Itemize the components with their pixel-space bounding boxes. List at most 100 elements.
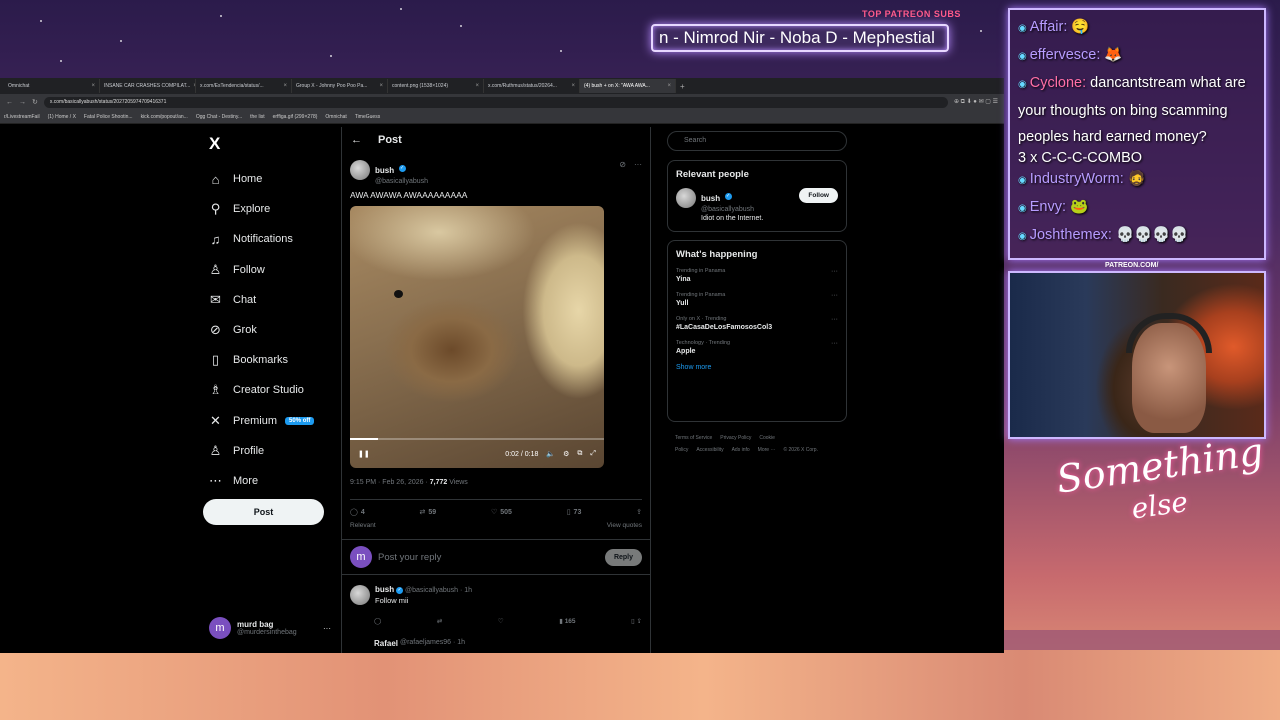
sidebar-item-profile[interactable]: ♙ Profile	[208, 436, 314, 466]
new-tab-icon[interactable]: +	[680, 82, 685, 91]
browser-tab[interactable]: Group X - Johnny Poo Poo Pa... ×	[292, 79, 388, 93]
sidebar-item-home[interactable]: ⌂ Home	[208, 164, 314, 194]
follow-button[interactable]: Follow	[799, 188, 838, 203]
browser-tab[interactable]: x.com/EsTendencia/status/... ×	[196, 79, 292, 93]
sidebar-item-bookmarks[interactable]: ▯ Bookmarks	[208, 345, 314, 375]
back-arrow-icon[interactable]: ←	[351, 134, 362, 146]
account-menu-icon[interactable]: ···	[323, 624, 331, 633]
trend-item[interactable]: Trending in Panama Yull ···	[676, 292, 838, 307]
more-options-icon[interactable]: ···	[831, 340, 838, 355]
close-icon[interactable]: ×	[571, 83, 575, 89]
footer-link[interactable]: More ···	[758, 447, 776, 453]
close-icon[interactable]: ×	[667, 83, 671, 89]
chat-username: IndustryWorm:	[1029, 171, 1124, 187]
views-action[interactable]: ▮ 165	[559, 617, 575, 625]
reply-action[interactable]: ◯ 4	[350, 508, 365, 517]
video-progress-bar[interactable]	[350, 438, 604, 440]
trend-item[interactable]: Technology · Trending Apple ···	[676, 340, 838, 355]
browser-tab[interactable]: content.png (1538×1024) ×	[388, 79, 484, 93]
share-icon[interactable]: ⇪	[636, 508, 642, 516]
person-row[interactable]: bush ✓ @basicallyabush Idiot on the Inte…	[676, 188, 838, 222]
view-quotes-link[interactable]: View quotes	[607, 522, 642, 529]
bookmark-item[interactable]: Fatal Police Shootin...	[84, 114, 133, 120]
forward-nav-icon[interactable]: →	[19, 99, 26, 106]
show-more-link[interactable]: Show more	[676, 364, 838, 371]
repost-icon[interactable]: ⇄	[437, 617, 442, 625]
bookmark-item[interactable]: the list	[250, 114, 264, 120]
bookmark-item[interactable]: r/LivestreamFail	[4, 114, 40, 120]
list-item[interactable]: Rafael @rafaeljames96 · 1h	[350, 639, 642, 648]
fullscreen-icon[interactable]: ⤢	[590, 450, 596, 458]
sidebar-item-premium[interactable]: ✕ Premium 50% off	[208, 406, 315, 436]
bell-icon: ♫	[210, 231, 221, 247]
grok-icon[interactable]: ⊘	[619, 160, 626, 169]
browser-tab[interactable]: (4) bush + on X: "AWA AWA... ×	[580, 79, 676, 93]
avatar: m	[350, 546, 372, 568]
reply-input[interactable]: Post your reply	[378, 552, 599, 563]
reload-icon[interactable]: ↻	[32, 98, 38, 106]
address-bar[interactable]: x.com/basicallyabush/status/202720597470…	[43, 96, 948, 108]
x-logo[interactable]: X	[209, 134, 220, 154]
trend-name: Yina	[676, 276, 691, 283]
pause-icon[interactable]: ❚❚	[358, 450, 370, 458]
trend-item[interactable]: Trending in Panama Yina ···	[676, 268, 838, 283]
browser-tab[interactable]: x.com/Ruthmus/status/20264... ×	[484, 79, 580, 93]
reply-icon[interactable]: ◯	[374, 617, 381, 625]
like-action[interactable]: ♡ 505	[491, 508, 512, 517]
back-nav-icon[interactable]: ←	[6, 99, 13, 106]
footer-link[interactable]: Accessibility	[696, 447, 723, 453]
sidebar-item-follow[interactable]: ♙ Follow	[208, 255, 314, 285]
bookmark-item[interactable]: Omnichat	[325, 114, 346, 120]
footer-link[interactable]: Ads info	[732, 447, 750, 453]
sidebar-item-label: Chat	[233, 293, 257, 306]
post-author[interactable]: bush ✓ @basicallyabush	[350, 160, 428, 185]
footer-link[interactable]: Privacy Policy	[720, 435, 751, 441]
more-options-icon[interactable]: ···	[831, 316, 838, 331]
browser-tab[interactable]: INSANE CAR CRASHES COMPILAT...×	[100, 79, 196, 93]
close-icon[interactable]: ×	[91, 83, 95, 89]
author-handle: @basicallyabush	[375, 178, 429, 185]
reply-time: · 1h	[460, 587, 473, 594]
video-player[interactable]: ❚❚ 0:02 / 0:18 🔈 ⚙ ⧉ ⤢	[350, 206, 604, 468]
close-icon[interactable]: ×	[283, 83, 287, 89]
sidebar-item-explore[interactable]: ⚲ Explore	[208, 194, 314, 224]
pip-icon[interactable]: ⧉	[577, 450, 582, 458]
sidebar-item-chat[interactable]: ✉ Chat	[208, 285, 314, 315]
heart-icon[interactable]: ♡	[498, 617, 504, 625]
extensions-icon[interactable]: ⊕ ⧉ ⬇ ● ✉ ▢ ☰	[954, 98, 998, 106]
sidebar-item-more[interactable]: ⋯ More	[208, 466, 314, 496]
bookmark-item[interactable]: TimeGuess	[355, 114, 380, 120]
close-icon[interactable]: ×	[379, 83, 383, 89]
volume-icon[interactable]: 🔈	[546, 450, 555, 458]
sidebar-item-grok[interactable]: ⊘ Grok	[208, 315, 314, 345]
bookmark-item[interactable]: Ogg Chat - Destiny...	[196, 114, 242, 120]
close-icon[interactable]: ×	[475, 83, 479, 89]
trend-meta: Only on X · Trending	[676, 316, 727, 322]
sort-row: Relevant View quotes	[350, 522, 642, 529]
account-switcher[interactable]: m murd bag @murdersinthebag ···	[209, 617, 331, 639]
trend-item[interactable]: Only on X · Trending #LaCasaDeLosFamososC…	[676, 316, 838, 331]
more-options-icon[interactable]: ···	[831, 268, 838, 283]
premium-icon: ✕	[210, 412, 221, 428]
bookmark-action[interactable]: ▯ 73	[567, 508, 582, 517]
settings-icon[interactable]: ⚙	[563, 450, 569, 458]
bookmark-icon[interactable]: ▯ ⇪	[631, 617, 642, 625]
sort-dropdown[interactable]: Relevant	[350, 522, 376, 529]
search-input[interactable]: Search	[667, 131, 847, 151]
sidebar-item-notifications[interactable]: ♫ Notifications	[208, 224, 314, 254]
bookmark-item[interactable]: erffiga.gif (299×278)	[273, 114, 318, 120]
bookmark-item[interactable]: kick.com/popout/an...	[141, 114, 188, 120]
sidebar-item-creator-studio[interactable]: ♗ Creator Studio	[208, 375, 314, 405]
repost-action[interactable]: ⇄ 59	[420, 508, 437, 517]
footer-link[interactable]: Terms of Service	[675, 435, 712, 441]
more-options-icon[interactable]: ···	[634, 160, 642, 169]
more-options-icon[interactable]: ···	[831, 292, 838, 307]
footer-link[interactable]: © 2026 X Corp.	[783, 447, 818, 453]
bookmarks-bar: r/LivestreamFail (1) Home / X Fatal Police…	[0, 110, 1004, 124]
post-button[interactable]: Post	[203, 499, 324, 525]
list-item[interactable]: bush ✓ @basicallyabush · 1h Follow mii	[350, 585, 642, 605]
browser-tab[interactable]: Omnichat ×	[4, 79, 100, 93]
reply-button[interactable]: Reply	[604, 548, 642, 566]
post-timestamp[interactable]: 9:15 PM · Feb 26, 2026 ·	[350, 479, 430, 486]
bookmark-item[interactable]: (1) Home / X	[48, 114, 76, 120]
